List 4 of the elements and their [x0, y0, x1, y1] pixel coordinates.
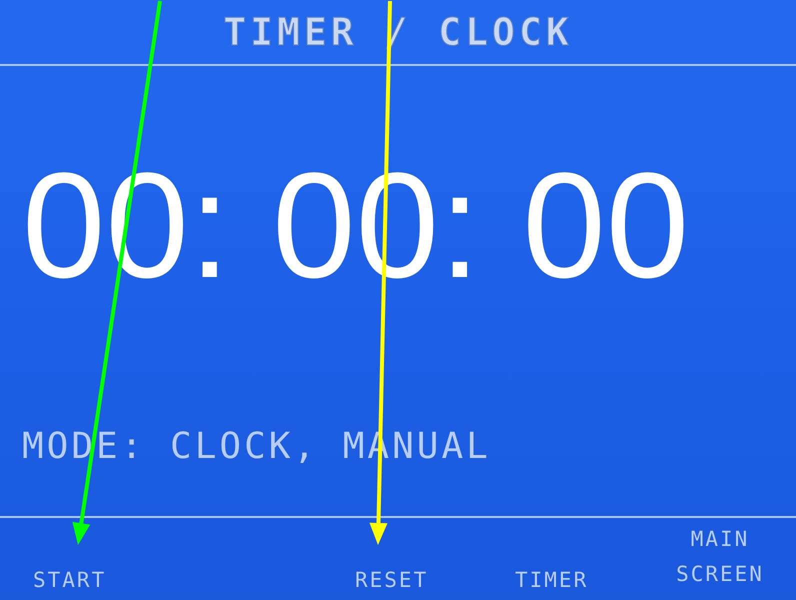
soft-key[interactable]: TIMER [515, 568, 588, 592]
soft-key[interactable]: START [33, 568, 106, 592]
soft-key[interactable]: RESET [355, 568, 428, 592]
soft-key[interactable]: MAIN SCREEN [665, 522, 775, 592]
